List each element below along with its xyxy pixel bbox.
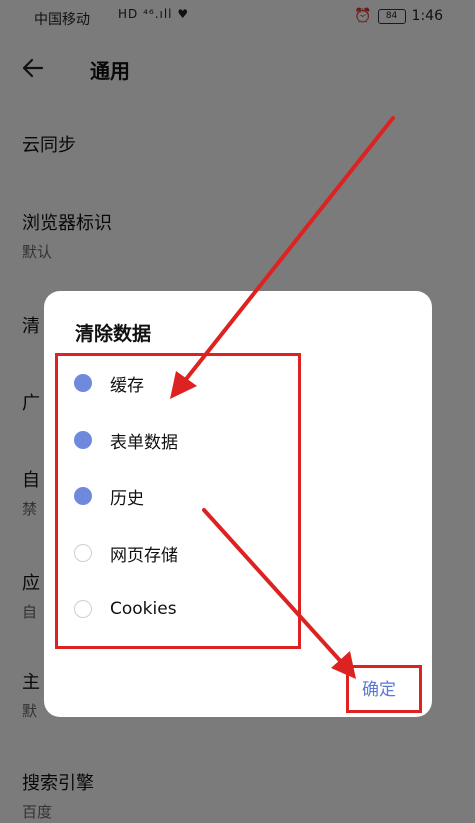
arrow-to-options xyxy=(170,116,395,399)
arrow-to-confirm xyxy=(202,508,356,679)
annotation-arrows xyxy=(170,116,395,679)
